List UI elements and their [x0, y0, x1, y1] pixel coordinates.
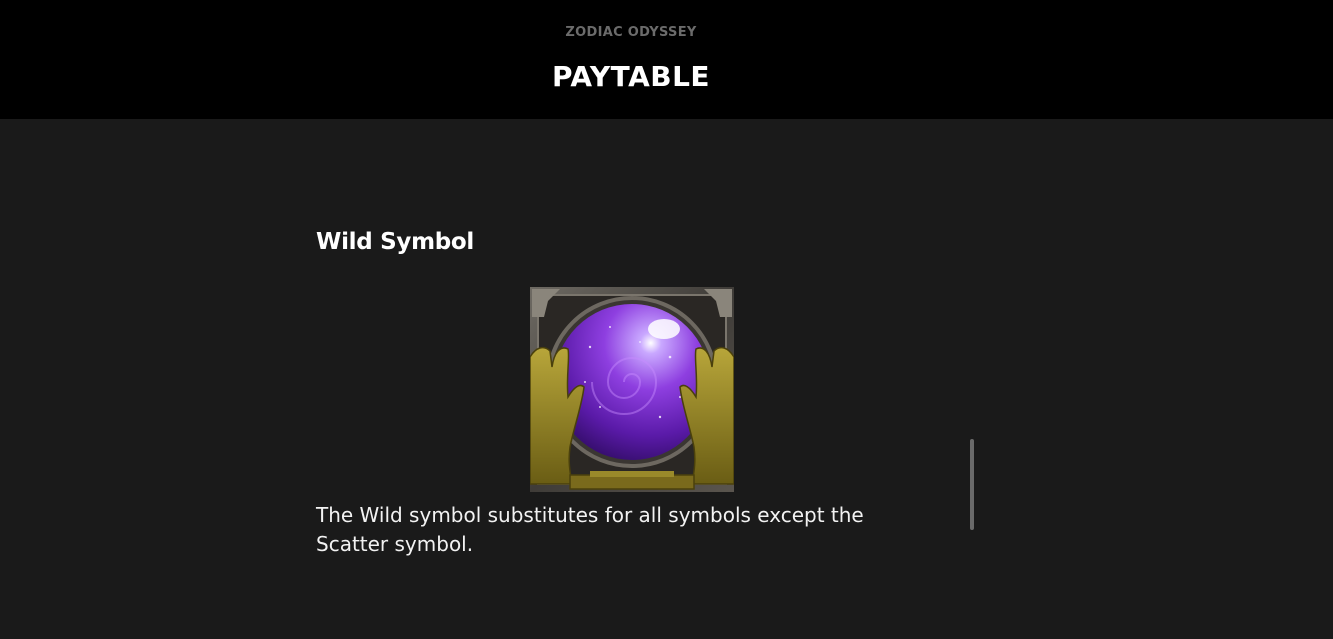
- game-title: ZODIAC ODYSSEY: [565, 25, 697, 40]
- paytable-content[interactable]: Wild Symbol The Wild symbol substitutes …: [0, 119, 1333, 639]
- section-heading: Wild Symbol: [316, 229, 474, 255]
- page-title: PAYTABLE: [551, 60, 711, 93]
- wild-symbol-description: The Wild symbol substitutes for all symb…: [316, 503, 864, 556]
- scrollbar-thumb[interactable]: [970, 439, 974, 530]
- header-bar: ZODIAC ODYSSEY PAYTABLE: [0, 0, 1333, 119]
- crystal-ball-wild-icon: [529, 287, 735, 492]
